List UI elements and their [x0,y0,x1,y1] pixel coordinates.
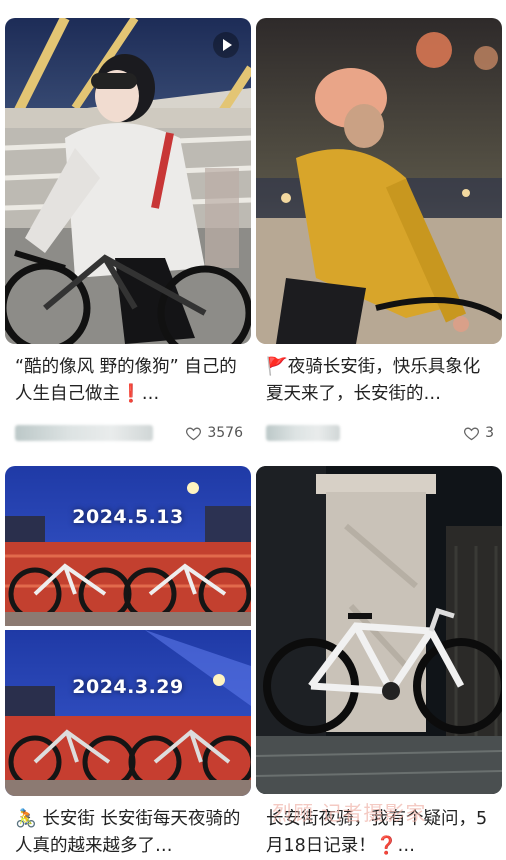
like-button[interactable]: 3 [463,425,494,442]
like-button[interactable]: 3576 [185,425,243,442]
note-meta: 3 [266,422,494,444]
note-card[interactable]: 2024.5.13 2024.3.29 🚴 长安街 长安街每天夜骑的人真的越来越… [5,466,251,860]
author-info-blurred[interactable] [266,425,340,441]
note-feed: “酷的像风 野的像狗” 自己的人生自己做主❗… 3576 🚩夜骑长安街，快乐具象… [0,0,506,860]
heart-outline-icon [464,427,480,440]
like-count: 3576 [207,425,243,441]
note-title[interactable]: “酷的像风 野的像狗” 自己的人生自己做主❗… [15,354,243,408]
watermark-text: 烈顾 记者摄影家 [272,801,427,825]
note-card[interactable]: 🚩夜骑长安街，快乐具象化 夏天来了，长安街的… 3 [256,18,502,458]
note-cover-image[interactable] [5,18,251,344]
photo-date-label: 2024.5.13 [72,506,184,528]
note-title[interactable]: 🚩夜骑长安街，快乐具象化 夏天来了，长安街的… [266,354,494,408]
heart-outline-icon [186,427,202,440]
note-cover-image[interactable] [256,18,502,344]
author-info-blurred[interactable] [15,425,153,441]
play-icon [213,32,239,58]
note-meta: 3576 [15,422,243,444]
note-card[interactable]: 长安街夜骑，我有个疑问，5月18日记录！❓… 烈顾 记者摄影家 [256,466,502,860]
note-cover-image[interactable] [256,466,502,794]
photo-date-label: 2024.3.29 [72,676,184,698]
bike-by-pillar-photo [256,466,502,794]
cyclist-night-street-photo [256,18,502,344]
note-title[interactable]: 🚴 长安街 长安街每天夜骑的人真的越来越多了… [15,806,243,860]
cyclist-bridge-photo [5,18,251,344]
note-card[interactable]: “酷的像风 野的像狗” 自己的人生自己做主❗… 3576 [5,18,251,458]
like-count: 3 [485,425,494,441]
note-cover-image[interactable]: 2024.5.13 2024.3.29 [5,466,251,796]
